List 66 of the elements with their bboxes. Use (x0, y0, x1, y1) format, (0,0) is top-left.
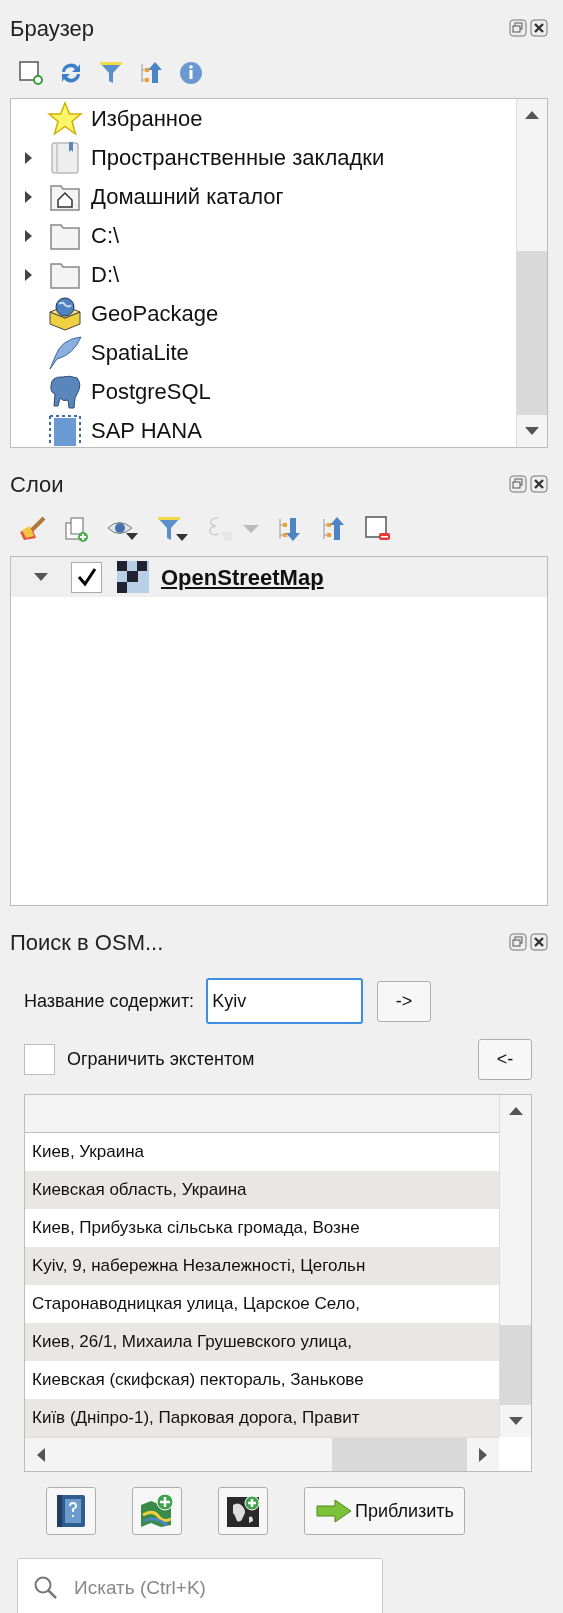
help-button[interactable] (46, 1487, 96, 1535)
search-button[interactable]: -> (377, 980, 432, 1022)
name-input-field[interactable]: Kyiv (206, 978, 364, 1024)
arrow-right-icon (315, 1498, 353, 1524)
layer-checkbox[interactable] (71, 561, 102, 593)
scroll-down-icon[interactable] (507, 1416, 524, 1426)
search-icon (33, 1575, 59, 1601)
locator-search-field[interactable]: Искать (Ctrl+K) (17, 1558, 383, 1613)
close-icon[interactable] (530, 475, 548, 493)
float-icon[interactable] (509, 475, 527, 493)
scroll-down-icon[interactable] (524, 426, 540, 436)
scroll-right-icon[interactable] (478, 1446, 488, 1463)
world-add-icon (225, 1493, 261, 1529)
add-group-icon[interactable] (62, 515, 90, 543)
scroll-left-icon[interactable] (36, 1446, 46, 1463)
checkbox-label: Ограничить экстентом (67, 1047, 255, 1071)
expand-arrow-icon[interactable] (23, 150, 33, 165)
result-row[interactable]: Киев, 26/1, Михаила Грушевского улица, (25, 1323, 499, 1361)
scrollbar-thumb[interactable] (500, 1325, 531, 1405)
zoom-button[interactable]: Приблизить (304, 1487, 465, 1535)
info-icon[interactable] (178, 60, 204, 86)
tree-item[interactable]: D:\ (11, 255, 516, 294)
tree-item[interactable]: C:\ (11, 216, 516, 255)
remove-layer-icon[interactable] (364, 515, 392, 543)
extent-checkbox[interactable] (24, 1043, 55, 1075)
result-row[interactable]: Киевская область, Украина (25, 1171, 499, 1209)
scroll-up-icon[interactable] (507, 1106, 524, 1116)
close-icon[interactable] (530, 19, 548, 37)
map-add-icon (139, 1493, 175, 1529)
collapse-arrow-icon[interactable] (33, 572, 49, 582)
tree-item[interactable]: Домашний каталог (11, 177, 516, 216)
collapse-tree-icon[interactable] (138, 60, 164, 86)
tree-item[interactable]: SpatiaLite (11, 333, 516, 372)
add-world-button[interactable] (218, 1487, 268, 1535)
tree-item[interactable]: Пространственные закладки (11, 138, 516, 177)
vertical-scrollbar[interactable] (499, 1095, 531, 1437)
vertical-scrollbar[interactable] (516, 99, 547, 447)
tree-item[interactable]: PostgreSQL (11, 372, 516, 411)
checker-raster-icon (117, 561, 149, 593)
tree-item[interactable]: GeoPackage (11, 294, 516, 333)
expand-arrow-icon[interactable] (23, 189, 33, 204)
field-label: Название содержит: (24, 989, 195, 1013)
panel-title: Слои (10, 470, 64, 499)
filter-icon[interactable] (156, 515, 190, 543)
result-row[interactable]: Київ (Дніпро-1), Парковая дорога, Правит (25, 1399, 499, 1437)
tree-item[interactable]: Избранное (11, 99, 516, 138)
scroll-up-icon[interactable] (524, 110, 540, 120)
result-row[interactable]: Kyiv, 9, набережна Незалежності, Цегольн (25, 1247, 499, 1285)
float-icon[interactable] (509, 933, 527, 951)
add-map-button[interactable] (132, 1487, 182, 1535)
new-rect-icon[interactable] (18, 60, 44, 86)
help-book-icon (54, 1493, 88, 1529)
horizontal-scrollbar[interactable] (25, 1437, 499, 1471)
panel-title: Поиск в OSM... (10, 928, 164, 957)
float-icon[interactable] (509, 19, 527, 37)
expand-arrow-icon[interactable] (23, 267, 33, 282)
tree-item[interactable]: SAP HANA (11, 411, 516, 447)
back-button[interactable]: <- (478, 1038, 532, 1080)
scrollbar-thumb[interactable] (517, 251, 547, 415)
panel-title: Браузер (10, 14, 94, 43)
scrollbar-thumb[interactable] (332, 1438, 467, 1471)
check-icon (75, 566, 98, 588)
close-icon[interactable] (530, 933, 548, 951)
expand-arrow-icon[interactable] (23, 228, 33, 243)
star-icon (45, 100, 85, 137)
paintbrush-icon[interactable] (18, 516, 46, 542)
